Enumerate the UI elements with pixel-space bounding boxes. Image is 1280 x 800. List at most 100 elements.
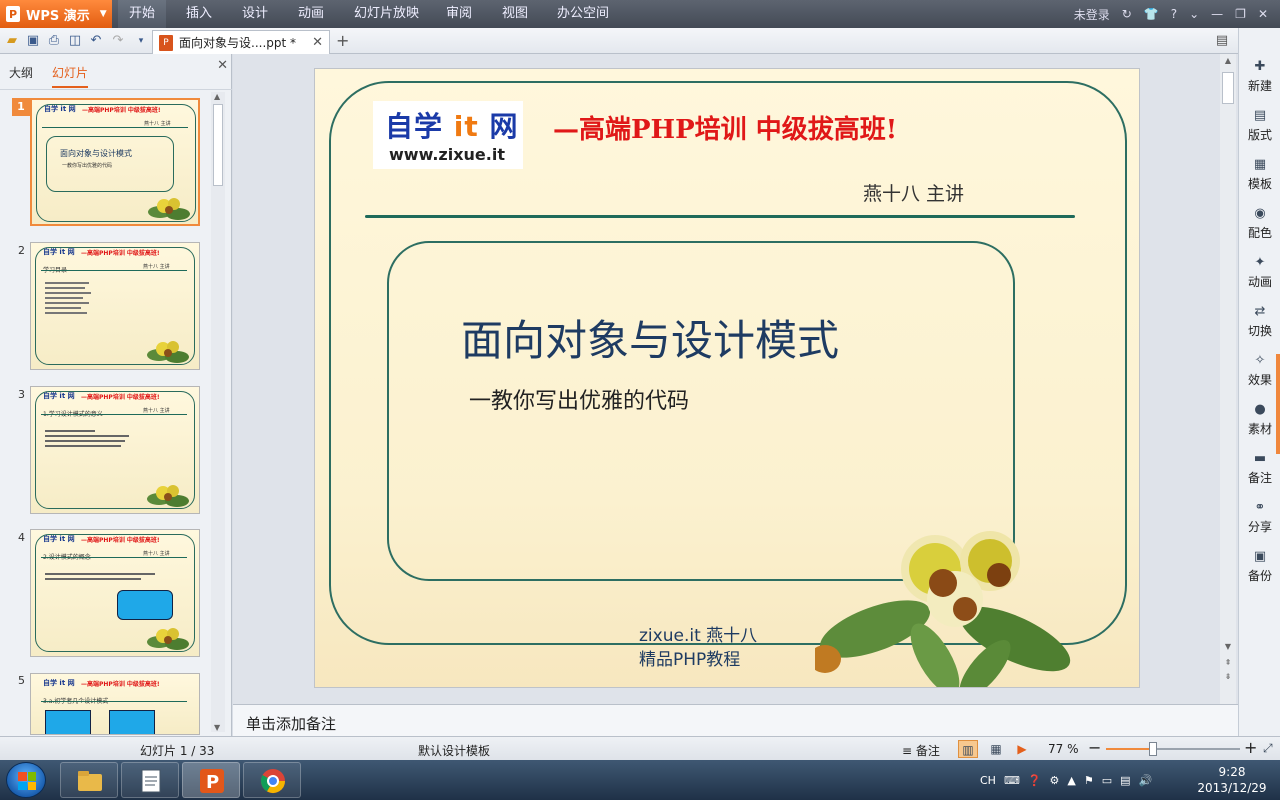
network-icon[interactable]: ▤ [1120, 774, 1130, 787]
scroll-down-icon[interactable]: ▼ [214, 723, 220, 732]
open-folder-icon[interactable]: ▰ [4, 33, 20, 49]
collapse-ribbon-icon[interactable]: ⌄ [1189, 7, 1199, 21]
undo-icon[interactable]: ↶ [88, 33, 104, 49]
scroll-up-icon[interactable]: ▲ [1222, 56, 1234, 65]
skin-icon[interactable]: 👕 [1144, 7, 1159, 21]
sidebar-collapse-handle[interactable] [1276, 354, 1280, 454]
notes-toggle[interactable]: ≡ 备注 [902, 742, 940, 759]
sidebar-share-button[interactable]: ⚭ 分享 [1239, 501, 1280, 535]
tray-expand-icon[interactable]: ▲ [1067, 774, 1075, 787]
taskbar-wps-presentation[interactable]: P [182, 762, 240, 798]
slide-thumbnail-3[interactable]: 自学 it 网 —高端PHP培训 中级拔高班! 燕十八 主讲 1.学习设计模式的… [30, 386, 200, 514]
tab-view[interactable]: 视图 [502, 0, 528, 28]
help-button[interactable]: ? [1171, 7, 1177, 21]
new-tab-icon[interactable]: + [336, 31, 349, 50]
slide-footer-line2[interactable]: 精品PHP教程 [639, 645, 740, 670]
taskbar-notepad[interactable] [121, 762, 179, 798]
tab-slides[interactable]: 幻灯片 [52, 64, 89, 88]
start-button[interactable] [6, 762, 46, 798]
taskbar-explorer[interactable] [60, 762, 118, 798]
settings-icon[interactable]: ⚙ [1050, 774, 1060, 787]
slide-title[interactable]: 面向对象与设计模式 [461, 307, 839, 368]
tab-design[interactable]: 设计 [242, 0, 268, 28]
close-icon[interactable]: ✕ [1258, 7, 1268, 21]
panel-scroll-thumb[interactable] [213, 104, 223, 186]
tab-insert[interactable]: 插入 [186, 0, 212, 28]
login-link[interactable]: 未登录 [1074, 6, 1110, 23]
tab-slideshow[interactable]: 幻灯片放映 [354, 0, 419, 28]
panel-scrollbar[interactable]: ▲ ▼ [211, 92, 225, 732]
slide-counter: 幻灯片 1 / 33 [140, 744, 215, 758]
editor-scrollbar[interactable]: ▲ ▼ ⇞ ⇟ [1220, 54, 1236, 704]
print-icon[interactable]: ⎙ [46, 33, 62, 49]
tab-office-space[interactable]: 办公空间 [557, 0, 609, 28]
scroll-down-icon[interactable]: ▼ [1222, 642, 1234, 651]
slide-sorter-view-button[interactable]: ▦ [986, 740, 1006, 758]
minimize-icon[interactable]: — [1211, 7, 1223, 21]
backup-icon: ▣ [1253, 549, 1267, 564]
document-tab[interactable]: P 面向对象与设....ppt * ✕ [152, 30, 330, 54]
zoom-level[interactable]: 77 % [1048, 742, 1079, 756]
slideshow-view-button[interactable]: ▶ [1012, 740, 1032, 758]
slide-headline[interactable]: —高端PHP培训 中级拔高班! [553, 109, 897, 146]
customize-toolbar-icon[interactable]: ▾ [133, 33, 149, 49]
close-panel-icon[interactable]: ✕ [217, 58, 228, 73]
thumb-headline: —高端PHP培训 中级拔高班! [81, 681, 160, 688]
tab-list-icon[interactable]: ▤ [1214, 33, 1230, 49]
keyboard-icon[interactable]: ⌨ [1004, 774, 1020, 787]
device-icon[interactable]: ▭ [1102, 774, 1112, 787]
sync-icon[interactable]: ↻ [1122, 7, 1132, 21]
sidebar-animation-button[interactable]: ✦ 动画 [1239, 256, 1280, 290]
sidebar-transition-button[interactable]: ⇄ 切换 [1239, 305, 1280, 339]
zoom-in-button[interactable]: + [1244, 738, 1257, 757]
template-name[interactable]: 默认设计模板 [418, 742, 490, 759]
restore-icon[interactable]: ❐ [1235, 7, 1246, 21]
tab-animation[interactable]: 动画 [298, 0, 324, 28]
notes-toggle-icon: ≡ [902, 744, 916, 758]
wps-menu-button[interactable]: P WPS 演示 ▼ [0, 0, 112, 28]
thumb-box [109, 710, 155, 734]
next-slide-icon[interactable]: ⇟ [1222, 672, 1234, 681]
tab-review[interactable]: 审阅 [446, 0, 472, 28]
close-tab-icon[interactable]: ✕ [312, 35, 323, 50]
previous-slide-icon[interactable]: ⇞ [1222, 658, 1234, 667]
scroll-up-icon[interactable]: ▲ [214, 92, 220, 101]
normal-view-button[interactable]: ▥ [958, 740, 978, 758]
slide-thumbnail-2[interactable]: 自学 it 网 —高端PHP培训 中级拔高班! 燕十八 主讲 学习目录 [30, 242, 200, 370]
sidebar-layout-button[interactable]: ▤ 版式 [1239, 109, 1280, 143]
sidebar-material-button[interactable]: ● 素材 [1239, 403, 1280, 437]
redo-icon[interactable]: ↷ [110, 33, 126, 49]
slide-thumbnail-4[interactable]: 自学 it 网 —高端PHP培训 中级拔高班! 燕十八 主讲 2.设计模式的概念 [30, 529, 200, 657]
taskbar-chrome[interactable] [243, 762, 301, 798]
thumb-logo: 自学 it 网 [44, 105, 76, 113]
slide-subtitle[interactable]: 一教你写出优雅的代码 [469, 383, 689, 415]
tab-outline[interactable]: 大纲 [9, 64, 33, 81]
slide-thumbnail-5[interactable]: 自学 it 网 —高端PHP培训 中级拔高班! 3.a.初学者几个设计模式 [30, 673, 200, 735]
sidebar-template-button[interactable]: ▦ 模板 [1239, 158, 1280, 192]
slide-thumbnail-1[interactable]: 自学 it 网 —高端PHP培训 中级拔高班! 燕十八 主讲 面向对象与设计模式… [30, 98, 200, 226]
editor-scroll-thumb[interactable] [1222, 72, 1234, 104]
sidebar-new-button[interactable]: ✚ 新建 [1239, 60, 1280, 94]
zoom-out-button[interactable]: − [1088, 738, 1101, 757]
sidebar-effect-button[interactable]: ✧ 效果 [1239, 354, 1280, 388]
sidebar-palette-button[interactable]: ◉ 配色 [1239, 207, 1280, 241]
clock[interactable]: 9:28 2013/12/29 [1192, 764, 1272, 796]
notes-pane[interactable]: 单击添加备注 [233, 704, 1238, 736]
print-preview-icon[interactable]: ◫ [67, 33, 83, 49]
sidebar-backup-button[interactable]: ▣ 备份 [1239, 550, 1280, 584]
ime-indicator[interactable]: CH [980, 774, 996, 787]
help-icon[interactable]: ❓ [1028, 774, 1042, 787]
thumb-divider [41, 701, 187, 702]
thumb-logo: 自学 it 网 [43, 392, 75, 400]
save-icon[interactable]: ▣ [25, 33, 41, 49]
zoom-slider-knob[interactable] [1148, 742, 1157, 756]
zoom-slider[interactable] [1106, 742, 1240, 756]
current-slide[interactable]: 自学 it 网 www.zixue.it —高端PHP培训 中级拔高班! 燕十八… [314, 68, 1140, 688]
flag-icon[interactable]: ⚑ [1084, 774, 1094, 787]
volume-icon[interactable]: 🔊 [1139, 774, 1153, 787]
slide-speaker[interactable]: 燕十八 主讲 [863, 179, 964, 206]
fit-window-icon[interactable]: ⤢ [1263, 741, 1273, 756]
slide-footer-line1[interactable]: zixue.it 燕十八 [639, 621, 757, 646]
sidebar-notes-button[interactable]: ▬ 备注 [1239, 452, 1280, 486]
tab-home[interactable]: 开始 [118, 0, 166, 28]
